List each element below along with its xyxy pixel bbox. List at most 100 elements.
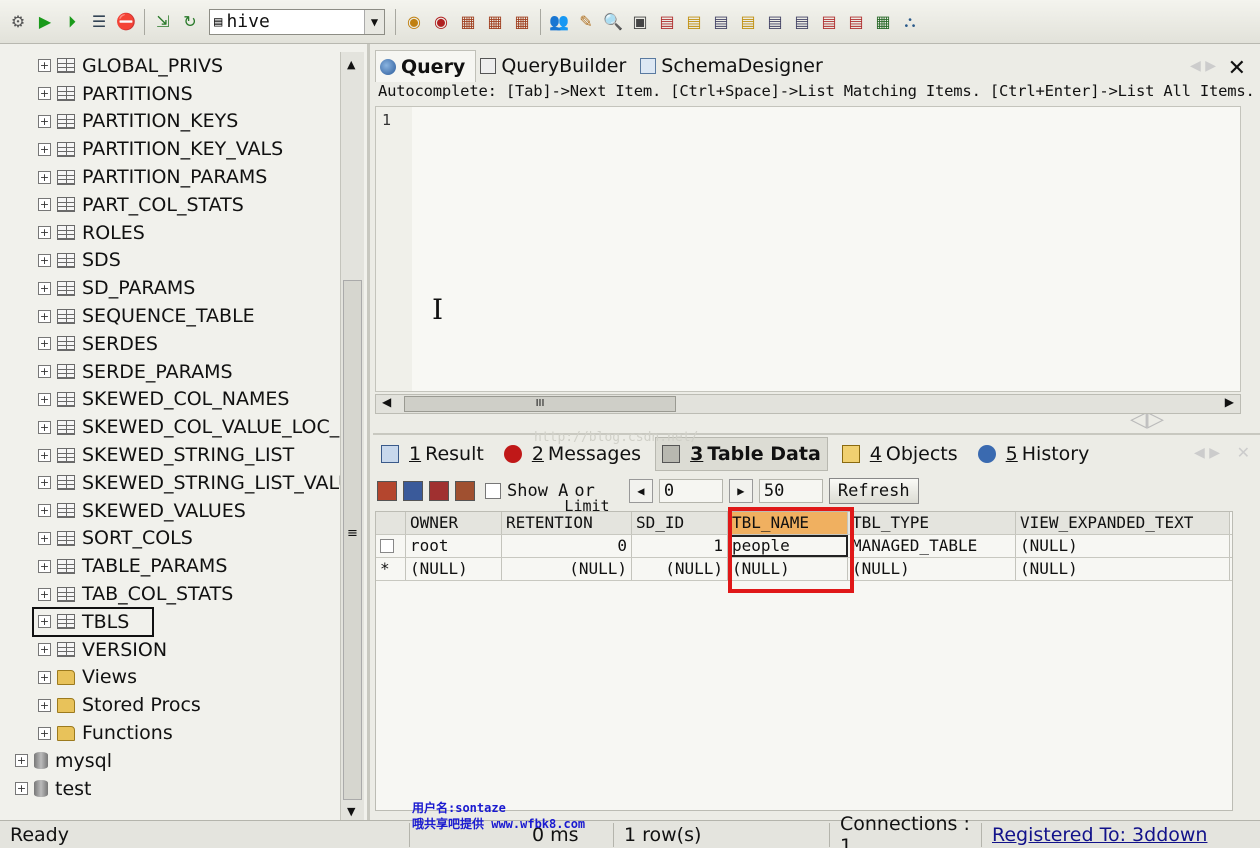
tree-item[interactable]: + PARTITION_KEYS xyxy=(0,108,340,136)
row-marker[interactable] xyxy=(376,535,406,557)
table-cell[interactable]: (NULL) xyxy=(632,558,728,580)
tree-item[interactable]: + PARTITION_KEY_VALS xyxy=(0,135,340,163)
table-cell[interactable]: root xyxy=(406,535,502,557)
delete-row-icon[interactable] xyxy=(429,481,449,501)
expand-icon[interactable]: + xyxy=(38,587,51,601)
schedule-icon[interactable]: ▤ xyxy=(790,10,814,34)
expand-icon[interactable]: + xyxy=(38,198,51,212)
tree-item[interactable]: + Functions xyxy=(0,719,340,747)
tree-item[interactable]: + Views xyxy=(0,664,340,692)
expand-icon[interactable]: + xyxy=(15,782,28,796)
tab-result[interactable]: 1 Result xyxy=(375,437,490,471)
expand-icon[interactable]: + xyxy=(15,754,28,768)
tree-scrollbar[interactable]: ▲ ≡ ▼ xyxy=(340,52,364,820)
row-select-checkbox[interactable] xyxy=(380,539,394,553)
expand-icon[interactable]: + xyxy=(38,281,51,295)
sql-editor[interactable]: 1 I ◁▷ xyxy=(375,106,1241,432)
table-cell[interactable]: MANAGED_TABLE xyxy=(848,535,1016,557)
import-icon[interactable]: ⇲ xyxy=(151,10,175,34)
tab-history[interactable]: 5 History xyxy=(972,437,1096,471)
tree-item[interactable]: + SD_PARAMS xyxy=(0,274,340,302)
drop-db-icon[interactable]: ◉ xyxy=(429,10,453,34)
report-icon[interactable]: ▤ xyxy=(844,10,868,34)
connect-icon[interactable]: ⚙ xyxy=(6,10,30,34)
editor-hscrollbar[interactable]: ◀ III ▶ xyxy=(375,394,1241,414)
tree-item[interactable]: + SKEWED_STRING_LIST_VALU xyxy=(0,469,340,497)
sync-icon[interactable]: ▤ xyxy=(763,10,787,34)
tree-item[interactable]: + Stored Procs xyxy=(0,691,340,719)
tree-item[interactable]: + TBLS xyxy=(32,606,154,637)
column-header[interactable]: OWNER xyxy=(406,512,502,534)
create-table-icon[interactable]: ▦ xyxy=(456,10,480,34)
chevron-down-icon[interactable]: ▼ xyxy=(364,9,384,34)
insert-row-icon[interactable] xyxy=(377,481,397,501)
expand-icon[interactable]: + xyxy=(38,365,51,379)
tree-item[interactable]: + SDS xyxy=(0,247,340,275)
table-cell[interactable]: 1 xyxy=(632,535,728,557)
table-row[interactable]: * (NULL) (NULL) (NULL) (NULL) (NULL) (NULL) xyxy=(376,558,1232,581)
expand-icon[interactable]: + xyxy=(38,504,51,518)
tree-item[interactable]: + SKEWED_VALUES xyxy=(0,497,340,525)
show-all-checkbox[interactable] xyxy=(485,483,501,499)
tree-item[interactable]: + SKEWED_COL_NAMES xyxy=(0,386,340,414)
editor-scroll-thumb[interactable]: III xyxy=(404,396,676,412)
expand-icon[interactable]: + xyxy=(38,559,51,573)
limit-input[interactable]: 50 xyxy=(758,479,823,503)
expand-icon[interactable]: + xyxy=(38,59,51,73)
backup-icon[interactable]: ▤ xyxy=(709,10,733,34)
table-cell[interactable]: people xyxy=(728,535,848,557)
refresh-button[interactable]: Refresh xyxy=(828,478,919,504)
tree-item[interactable]: + TAB_COL_STATS xyxy=(0,580,340,608)
tree-item[interactable]: + mysql xyxy=(0,747,340,775)
column-header[interactable]: RETENTION xyxy=(502,512,632,534)
expand-icon[interactable]: + xyxy=(38,87,51,101)
prev-page-button[interactable]: ◀ xyxy=(628,479,653,503)
expand-icon[interactable]: + xyxy=(38,309,51,323)
tree-item[interactable]: + PART_COL_STATS xyxy=(0,191,340,219)
table-cell[interactable]: 0 xyxy=(502,535,632,557)
tree-item[interactable]: + ROLES xyxy=(0,219,340,247)
diagram-icon[interactable]: ⛬ xyxy=(898,10,922,34)
database-select[interactable]: ▤ hive ▼ xyxy=(209,8,385,35)
tab-query[interactable]: Query xyxy=(375,50,477,82)
cancel-changes-icon[interactable] xyxy=(455,481,475,501)
tree-item[interactable]: + VERSION xyxy=(0,636,340,664)
table-cell[interactable]: (NULL) xyxy=(1016,535,1230,557)
copy-icon[interactable]: ▤ xyxy=(682,10,706,34)
table-data-grid[interactable]: OWNER RETENTION SD_ID TBL_NAME TBL_TYPE VIEW_… xyxy=(375,507,1233,811)
row-marker[interactable]: * xyxy=(376,558,406,580)
users-icon[interactable]: 👥 xyxy=(547,10,571,34)
table-cell[interactable]: (NULL) xyxy=(502,558,632,580)
scroll-right-icon[interactable]: ▶ xyxy=(1225,395,1234,409)
stop-icon[interactable]: ⛔ xyxy=(114,10,138,34)
execute-icon[interactable]: ▶ xyxy=(33,10,57,34)
format-icon[interactable]: ☰ xyxy=(87,10,111,34)
expand-icon[interactable]: + xyxy=(38,114,51,128)
expand-icon[interactable]: + xyxy=(38,420,51,434)
schema-icon[interactable]: ▣ xyxy=(628,10,652,34)
expand-icon[interactable]: + xyxy=(38,476,51,490)
expand-icon[interactable]: + xyxy=(38,226,51,240)
tree-item[interactable]: + SEQUENCE_TABLE xyxy=(0,302,340,330)
tree-item[interactable]: + PARTITION_PARAMS xyxy=(0,163,340,191)
expand-icon[interactable]: + xyxy=(38,448,51,462)
tree-item[interactable]: + SKEWED_COL_VALUE_LOC_M xyxy=(0,413,340,441)
expand-icon[interactable]: + xyxy=(38,531,51,545)
restore-icon[interactable]: ▤ xyxy=(736,10,760,34)
result-close-icon[interactable]: ✕ xyxy=(1237,443,1250,462)
manage-index-icon[interactable]: ▦ xyxy=(510,10,534,34)
tree-item[interactable]: + PARTITIONS xyxy=(0,80,340,108)
tab-objects[interactable]: 4 Objects xyxy=(836,437,964,471)
expand-icon[interactable]: + xyxy=(38,253,51,267)
tree-item[interactable]: + SORT_COLS xyxy=(0,525,340,553)
result-tab-arrows-icon[interactable]: ◀ ▶ xyxy=(1194,445,1220,461)
tree-item[interactable]: + GLOBAL_PRIVS xyxy=(0,52,340,80)
expand-icon[interactable]: + xyxy=(38,337,51,351)
expand-icon[interactable]: + xyxy=(38,615,51,629)
tab-querybuilder[interactable]: QueryBuilder xyxy=(476,50,636,82)
scroll-up-icon[interactable]: ▲ xyxy=(347,58,355,71)
table-cell[interactable]: (NULL) xyxy=(1016,558,1230,580)
export-icon[interactable]: ▤ xyxy=(655,10,679,34)
expand-icon[interactable]: + xyxy=(38,643,51,657)
next-page-button[interactable]: ▶ xyxy=(728,479,753,503)
